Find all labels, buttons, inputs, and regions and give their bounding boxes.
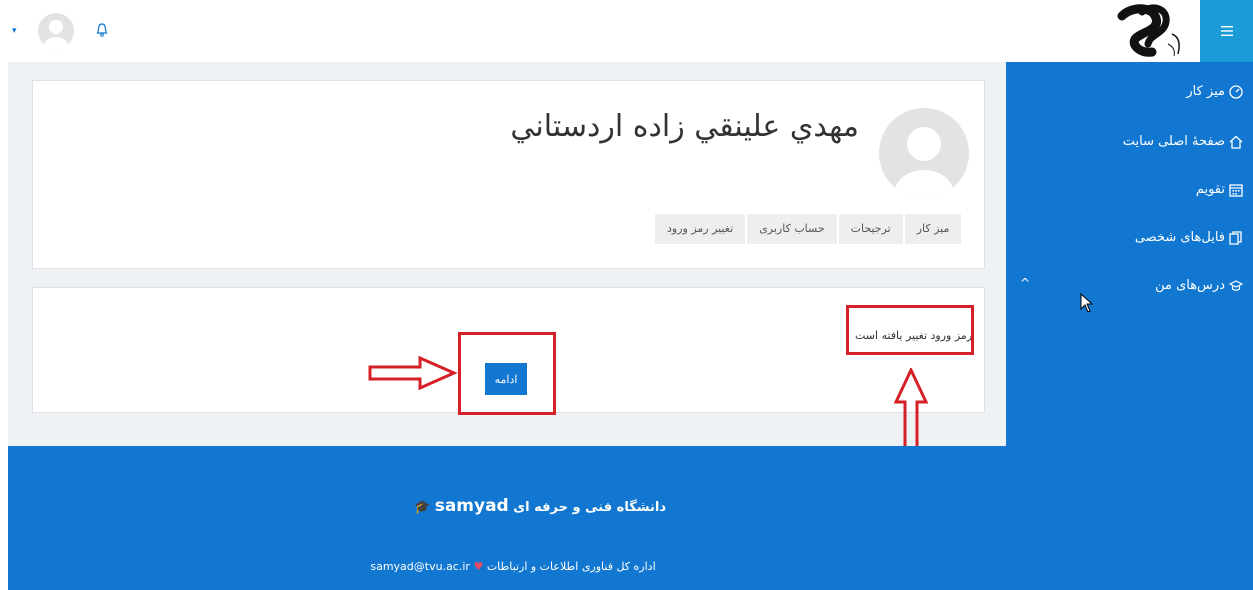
footer-contact: اداره کل فناوری اطلاعات و ارتباطات ♥ sam… bbox=[363, 560, 663, 573]
sidebar-item-label: فایل‌های شخصی bbox=[1134, 230, 1225, 245]
sidebar-drawer: میز کار صفحهٔ اصلی سایت تقویم فایل‌های ش… bbox=[1006, 62, 1253, 446]
page-header-card: مهدي علينقي زاده اردستاني میز کار ترجیحا… bbox=[32, 80, 985, 269]
top-navbar: ▾ bbox=[0, 0, 1253, 62]
heart-icon: ♥ bbox=[473, 560, 484, 573]
site-logo[interactable] bbox=[1112, 4, 1192, 60]
user-menu-caret[interactable]: ▾ bbox=[12, 26, 17, 36]
mouse-cursor-icon bbox=[1080, 293, 1094, 313]
breadcrumb-item-user-account[interactable]: حساب کاربری bbox=[747, 214, 837, 244]
annotation-box-message bbox=[846, 305, 974, 355]
footer-brand: دانشگاه فنی و حرفه ای samyad 🎓 bbox=[390, 496, 690, 516]
footer-brand-fa: دانشگاه فنی و حرفه ای bbox=[513, 500, 666, 515]
collapse-caret-icon[interactable]: ^ bbox=[1020, 276, 1030, 290]
dashboard-icon bbox=[1229, 84, 1243, 99]
sidebar-item-label: تقویم bbox=[1195, 182, 1225, 197]
bell-icon[interactable] bbox=[96, 22, 108, 38]
sidebar-item-home[interactable]: صفحهٔ اصلی سایت bbox=[1123, 134, 1243, 149]
footer-dept-text: اداره کل فناوری اطلاعات و ارتباطات bbox=[486, 560, 656, 573]
page-footer: دانشگاه فنی و حرفه ای samyad 🎓 اداره کل … bbox=[8, 446, 1253, 590]
annotation-arrow-right bbox=[368, 356, 458, 390]
home-icon bbox=[1229, 135, 1243, 149]
sidebar-item-label: درس‌های من bbox=[1155, 278, 1225, 293]
sidebar-item-dashboard[interactable]: میز کار bbox=[1186, 84, 1243, 99]
annotation-box-continue bbox=[458, 332, 556, 415]
profile-avatar[interactable] bbox=[879, 108, 969, 198]
sidebar-item-my-courses[interactable]: درس‌های من bbox=[1155, 278, 1243, 293]
breadcrumb-item-change-password[interactable]: تغییر رمز ورود bbox=[655, 214, 746, 244]
graduation-cap-icon bbox=[1229, 279, 1243, 291]
breadcrumb-item-preferences[interactable]: ترجیحات bbox=[838, 214, 903, 244]
sidebar-item-label: میز کار bbox=[1186, 84, 1225, 99]
hamburger-button[interactable] bbox=[1200, 0, 1253, 62]
files-icon bbox=[1229, 230, 1242, 245]
sidebar-item-private-files[interactable]: فایل‌های شخصی bbox=[1135, 230, 1243, 245]
sidebar-item-label: صفحهٔ اصلی سایت bbox=[1122, 134, 1225, 149]
breadcrumb-item-dashboard[interactable]: میز کار bbox=[904, 214, 962, 244]
footer-brand-en: samyad bbox=[434, 496, 509, 516]
calendar-icon bbox=[1229, 183, 1243, 197]
hamburger-icon bbox=[1220, 26, 1233, 36]
annotation-arrow-up bbox=[894, 368, 928, 451]
breadcrumb: میز کار ترجیحات حساب کاربری تغییر رمز ور… bbox=[653, 214, 962, 244]
sidebar-item-calendar[interactable]: تقویم bbox=[1196, 182, 1243, 197]
user-avatar[interactable] bbox=[38, 13, 74, 49]
footer-email-link[interactable]: samyad@tvu.ac.ir bbox=[370, 560, 470, 573]
graduation-cap-icon: 🎓 bbox=[413, 500, 431, 515]
page-title: مهدي علينقي زاده اردستاني bbox=[510, 109, 859, 144]
